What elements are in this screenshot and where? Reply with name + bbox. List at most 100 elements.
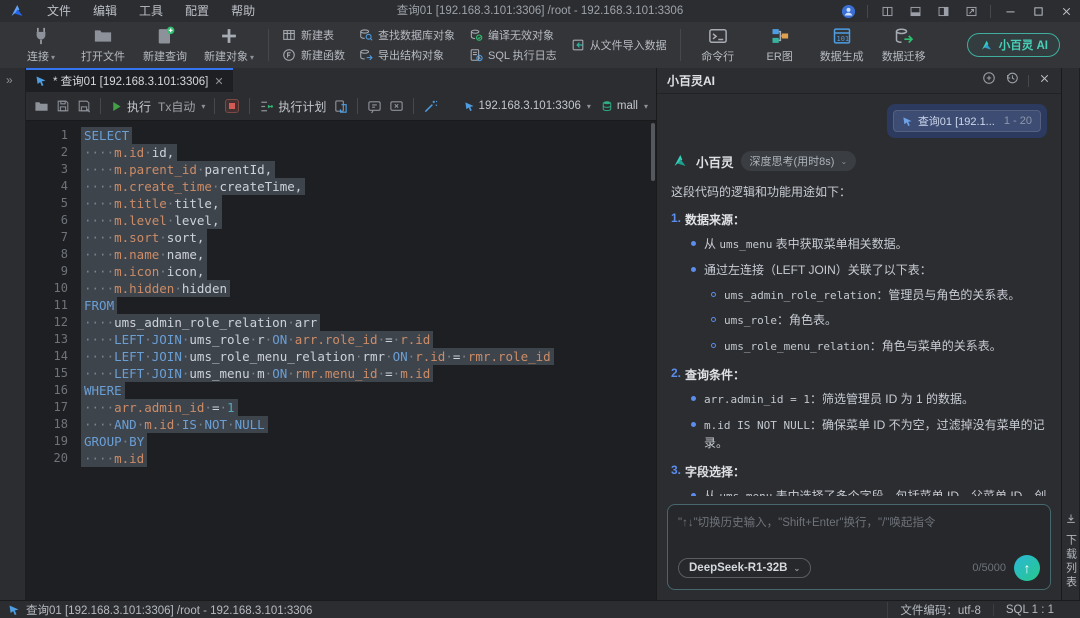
layout-expand-icon[interactable]	[957, 0, 985, 22]
section-title: 字段选择：	[685, 463, 745, 480]
toolbar-item-label: 新建函数	[301, 47, 345, 63]
maximize-button[interactable]	[1024, 0, 1052, 22]
line-number: 14	[26, 348, 68, 365]
circle-bullet-icon	[711, 292, 716, 297]
toolbar-item-label: 导出结构对象	[378, 47, 444, 63]
ai-prompt-input[interactable]	[678, 514, 1040, 555]
explain-plan-button[interactable]: 执行计划	[259, 98, 326, 115]
code-line: 18····AND·m.id·IS·NOT·NULL	[26, 416, 656, 433]
connect-button[interactable]: 连接▾	[10, 22, 72, 68]
send-button[interactable]: ↑	[1014, 555, 1040, 581]
toolbar-item-label: ER图	[767, 48, 793, 64]
find-db-object-button[interactable]: 查找数据库对象	[359, 25, 455, 45]
user-message: 查询01 [192.1... 1 - 20	[671, 104, 1047, 138]
sql-editor[interactable]: 1SELECT2····m.id·id,3····m.parent_id·par…	[26, 121, 656, 600]
ai-logo-icon	[671, 153, 689, 169]
tx-mode-select[interactable]: Tx自动▾	[158, 98, 205, 115]
connection-select[interactable]: 192.168.3.101:3306▾	[464, 100, 591, 112]
new-query-button[interactable]: 新建查询	[134, 22, 196, 68]
char-counter: 0/5000	[972, 562, 1006, 574]
database-icon	[601, 100, 613, 112]
chevron-down-icon: ▾	[51, 53, 55, 62]
code-lines: 1SELECT2····m.id·id,3····m.parent_id·par…	[26, 127, 656, 467]
open-icon[interactable]	[34, 99, 49, 114]
line-number: 18	[26, 416, 68, 433]
selection-highlight: ····LEFT·JOIN·ums_menu·m·ON·rmr.menu_id·…	[81, 365, 433, 382]
uncomment-icon[interactable]	[389, 99, 404, 114]
import-from-file-button[interactable]: 从文件导入数据	[571, 35, 667, 55]
sub-list-item: ums_role_menu_relation：角色与菜单的关系表。	[711, 337, 1047, 356]
menu-item[interactable]: 配置	[174, 0, 220, 22]
new-object-button[interactable]: 新建对象▾	[196, 22, 262, 68]
deep-think-pill[interactable]: 深度思考(用时8s)⌄	[741, 151, 857, 171]
save-as-icon[interactable]	[77, 99, 91, 113]
user-avatar[interactable]	[834, 0, 862, 22]
layout-right-icon[interactable]	[929, 0, 957, 22]
new-function-button[interactable]: 新建函数	[282, 45, 345, 65]
toolbar-item-label: 查找数据库对象	[378, 27, 455, 43]
tab-query01[interactable]: * 查询01 [192.168.3.101:3306] ✕	[26, 68, 233, 92]
selection-highlight: ····ums_admin_role_relation·arr	[81, 314, 320, 331]
tab-close-icon[interactable]: ✕	[214, 75, 223, 88]
data-generate-button[interactable]: 101数据生成	[811, 22, 873, 68]
beautify-wand-icon[interactable]	[423, 99, 438, 114]
toolbar-item-label: 从文件导入数据	[590, 37, 667, 53]
toolbar-item-label: 数据生成	[820, 48, 864, 64]
line-number: 13	[26, 331, 68, 348]
app-logo-icon	[8, 3, 26, 19]
selection-highlight: ····m.title·title,	[81, 195, 222, 212]
comment-icon[interactable]	[367, 99, 382, 114]
main-toolbar: 连接▾打开文件新建查询新建对象▾ 新建表新建函数 查找数据库对象导出结构对象 编译无效…	[0, 22, 1080, 68]
list-item: 通过左连接（LEFT JOIN）关联了以下表：	[691, 261, 1047, 279]
menu-item[interactable]: 帮助	[220, 0, 266, 22]
toolbar-item-label: 命令行	[701, 48, 734, 64]
ai-toggle-button[interactable]: 小百灵 AI	[967, 33, 1060, 57]
database-select[interactable]: mall▾	[601, 100, 648, 112]
layout-split-icon[interactable]	[873, 0, 901, 22]
line-number: 8	[26, 246, 68, 263]
code-line: 11FROM	[26, 297, 656, 314]
new-chat-icon[interactable]	[982, 71, 996, 90]
editor-scrollbar[interactable]	[651, 123, 655, 181]
download-list-label[interactable]: 下载列表	[1063, 534, 1079, 590]
assistant-sections: 1.数据来源：从 ums_menu 表中获取菜单相关数据。通过左连接（LEFT …	[671, 211, 1047, 496]
stop-button[interactable]	[224, 98, 240, 114]
close-button[interactable]	[1052, 0, 1080, 22]
sub-list-item: ums_admin_role_relation：管理员与角色的关系表。	[711, 286, 1047, 305]
data-migrate-button[interactable]: 数据迁移	[873, 22, 935, 68]
ai-section: 1.数据来源：从 ums_menu 表中获取菜单相关数据。通过左连接（LEFT …	[671, 211, 1047, 355]
model-select[interactable]: DeepSeek-R1-32B⌄	[678, 558, 811, 578]
er-diagram-button[interactable]: ER图	[749, 22, 811, 68]
menu-item[interactable]: 文件	[36, 0, 82, 22]
run-button[interactable]: 执行	[110, 98, 151, 115]
code-line: 5····m.title·title,	[26, 195, 656, 212]
ai-close-icon[interactable]	[1038, 72, 1051, 90]
history-icon[interactable]	[1005, 71, 1019, 90]
save-icon[interactable]	[56, 99, 70, 113]
format-sql-icon[interactable]	[333, 99, 348, 114]
toolbar-item-label: SQL 执行日志	[488, 47, 557, 63]
compile-invalid-button[interactable]: 编译无效对象	[469, 25, 557, 45]
ai-logo-icon	[979, 39, 994, 52]
open-file-button[interactable]: 打开文件	[72, 22, 134, 68]
selection-highlight: ····m.id·id,	[81, 144, 177, 161]
download-icon[interactable]	[1065, 512, 1077, 530]
layout-bottom-icon[interactable]	[901, 0, 929, 22]
query-cursor-icon	[35, 75, 47, 87]
line-number: 4	[26, 178, 68, 195]
code-line: 3····m.parent_id·parentId,	[26, 161, 656, 178]
file-encoding[interactable]: 文件编码：utf-8	[887, 602, 993, 618]
toolbar-item-label: 新建对象▾	[204, 48, 254, 64]
command-line-button[interactable]: 命令行	[687, 22, 749, 68]
sql-exec-log-button[interactable]: SQL 执行日志	[469, 45, 557, 65]
menu-item[interactable]: 编辑	[82, 0, 128, 22]
new-table-button[interactable]: 新建表	[282, 25, 345, 45]
query-reference-chip[interactable]: 查询01 [192.1... 1 - 20	[893, 110, 1041, 132]
menu-item[interactable]: 工具	[128, 0, 174, 22]
expand-sidebar-button[interactable]: »	[0, 68, 25, 87]
cursor-position[interactable]: SQL 1 : 1	[993, 604, 1066, 616]
export-struct-object-button[interactable]: 导出结构对象	[359, 45, 455, 65]
assistant-header: 小百灵 深度思考(用时8s)⌄	[671, 151, 1047, 171]
minimize-button[interactable]	[996, 0, 1024, 22]
code-line: 13····LEFT·JOIN·ums_role·r·ON·arr.role_i…	[26, 331, 656, 348]
